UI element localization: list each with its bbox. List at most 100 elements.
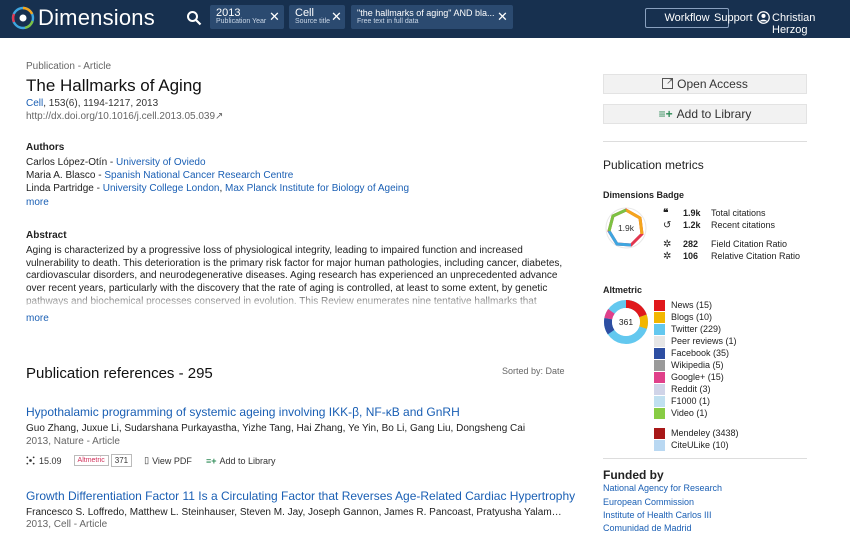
legend-item-video[interactable]: Video (1) xyxy=(671,408,707,418)
breadcrumb: Publication - Article xyxy=(26,61,112,72)
add-to-library-icon: ≡+ xyxy=(205,455,217,466)
user-name[interactable]: Christian Herzog xyxy=(772,12,850,36)
reference-authors: Guo Zhang, Juxue Li, Sudarshana Purkayas… xyxy=(26,423,526,434)
add-to-library-icon: ≡+ xyxy=(658,107,673,121)
chip-label: Source title xyxy=(295,18,331,25)
authors-more-link[interactable]: more xyxy=(26,197,49,208)
author-name: Carlos López-Otín xyxy=(26,157,108,168)
chip-label: Publication Year xyxy=(216,18,267,25)
reference-meta: 2013, Cell - Article xyxy=(26,519,108,530)
altmetric-donut[interactable]: 361 xyxy=(603,299,649,345)
funded-by-heading: Funded by xyxy=(603,468,664,482)
relative-ratio-icon: ✲ xyxy=(663,251,672,262)
close-icon[interactable]: ✕ xyxy=(331,9,342,25)
metric-value: 1.2k xyxy=(683,220,701,230)
history-icon: ↺ xyxy=(663,220,672,231)
chip-label: Free text in full data xyxy=(357,18,419,25)
chip-value: "the hallmarks of aging" AND bla... xyxy=(357,8,495,18)
close-icon[interactable]: ✕ xyxy=(269,9,280,25)
dimensions-badge[interactable]: 1.9k xyxy=(603,205,649,251)
reference-title-link[interactable]: Growth Differentiation Factor 11 Is a Ci… xyxy=(26,489,575,503)
filter-chip-fulltext[interactable]: "the hallmarks of aging" AND bla... Free… xyxy=(351,5,513,29)
affiliation-link[interactable]: Spanish National Cancer Research Centre xyxy=(104,170,293,181)
legend-swatch xyxy=(654,312,665,323)
author-name: Maria A. Blasco xyxy=(26,170,96,181)
author-row: Carlos López-Otín - University of Oviedo xyxy=(26,157,206,168)
legend-swatch xyxy=(654,440,665,451)
affiliation-link[interactable]: University College London xyxy=(103,183,220,194)
affiliation-link[interactable]: University of Oviedo xyxy=(116,157,205,168)
legend-item-mendeley[interactable]: Mendeley (3438) xyxy=(671,428,739,438)
metric-label: Relative Citation Ratio xyxy=(711,251,801,261)
funder-link[interactable]: European Commission xyxy=(603,497,694,507)
support-link[interactable]: Support xyxy=(714,12,753,24)
citation-line: Cell, 153(6), 1194-1217, 2013 xyxy=(26,98,158,109)
legend-swatch xyxy=(654,396,665,407)
authors-heading: Authors xyxy=(26,142,65,153)
legend-item-blogs[interactable]: Blogs (10) xyxy=(671,312,712,322)
legend-item-citeulike[interactable]: CiteULike (10) xyxy=(671,440,729,450)
legend-item-peer-reviews[interactable]: Peer reviews (1) xyxy=(671,336,737,346)
view-pdf-link[interactable]: View PDF xyxy=(152,456,192,466)
metric-value: 1.9k xyxy=(683,208,701,218)
search-icon[interactable] xyxy=(186,10,202,26)
legend-item-twitter[interactable]: Twitter (229) xyxy=(671,324,721,334)
sort-control[interactable]: Sorted by: Date xyxy=(502,366,565,376)
reference-authors: Francesco S. Loffredo, Matthew L. Steinh… xyxy=(26,507,562,518)
legend-item-facebook[interactable]: Facebook (35) xyxy=(671,348,729,358)
reference-title-link[interactable]: Hypothalamic programming of systemic age… xyxy=(26,405,460,419)
field-ratio-icon: ✲ xyxy=(663,239,672,250)
dimensions-logo[interactable]: Dimensions xyxy=(11,5,155,31)
open-access-label: Open Access xyxy=(677,77,748,91)
divider xyxy=(603,141,807,142)
top-navbar: Dimensions 2013 Publication Year ✕ Cell … xyxy=(0,0,850,38)
altmetric-heading: Altmetric xyxy=(603,285,643,295)
reference-meta: 2013, Nature - Article xyxy=(26,436,120,447)
altmetric-badge[interactable]: Altmetric xyxy=(73,455,109,466)
legend-swatch xyxy=(654,372,665,383)
author-name: Linda Partridge xyxy=(26,183,94,194)
external-link-icon: ↗ xyxy=(662,77,674,89)
legend-swatch xyxy=(654,428,665,439)
legend-item-f1000[interactable]: F1000 (1) xyxy=(671,396,710,406)
funder-link[interactable]: Comunidad de Madrid xyxy=(603,523,692,533)
close-icon[interactable]: ✕ xyxy=(497,9,508,25)
journal-link[interactable]: Cell xyxy=(26,98,43,109)
user-icon[interactable] xyxy=(757,11,770,24)
abstract-more-link[interactable]: more xyxy=(26,313,49,324)
reference-toolbar: 15.09 Altmetric 371 ▯ View PDF ≡+ Add to… xyxy=(26,454,275,467)
legend-item-news[interactable]: News (15) xyxy=(671,300,712,310)
legend-swatch xyxy=(654,360,665,371)
funder-link[interactable]: Institute of Health Carlos III xyxy=(603,510,712,520)
legend-swatch xyxy=(654,336,665,347)
page-title: The Hallmarks of Aging xyxy=(26,76,202,95)
affiliation-link[interactable]: Max Planck Institute for Biology of Agei… xyxy=(225,183,409,194)
quote-icon: ❝ xyxy=(663,208,669,219)
altmetric-score[interactable]: 371 xyxy=(110,454,133,467)
legend-item-wikipedia[interactable]: Wikipedia (5) xyxy=(671,360,724,370)
doi-link[interactable]: http://dx.doi.org/10.1016/j.cell.2013.05… xyxy=(26,111,223,122)
reference-fcr: 15.09 xyxy=(39,455,62,466)
metric-label: Field Citation Ratio xyxy=(711,239,788,249)
open-access-button[interactable]: ↗ Open Access xyxy=(603,74,807,94)
filter-chip-year[interactable]: 2013 Publication Year ✕ xyxy=(210,5,284,29)
divider xyxy=(603,458,807,459)
author-separator: - xyxy=(93,183,103,194)
add-to-library-label: Add to Library xyxy=(676,107,752,121)
badge-value: 1.9k xyxy=(618,223,635,233)
dimensions-logo-icon xyxy=(11,6,35,30)
altmetric-score: 361 xyxy=(619,317,633,327)
legend-item-reddit[interactable]: Reddit (3) xyxy=(671,384,711,394)
add-to-library-button[interactable]: ≡+ Add to Library xyxy=(603,104,807,124)
metric-value: 106 xyxy=(683,251,699,261)
legend-swatch xyxy=(654,348,665,359)
legend-swatch xyxy=(654,300,665,311)
abstract-heading: Abstract xyxy=(26,230,67,241)
filter-chip-source[interactable]: Cell Source title ✕ xyxy=(289,5,345,29)
legend-swatch xyxy=(654,324,665,335)
add-to-library-link[interactable]: Add to Library xyxy=(219,456,275,466)
legend-item-googleplus[interactable]: Google+ (15) xyxy=(671,372,724,382)
abstract-fade xyxy=(26,291,566,309)
author-row: Maria A. Blasco - Spanish National Cance… xyxy=(26,170,293,181)
funder-link[interactable]: National Agency for Research xyxy=(603,483,722,493)
